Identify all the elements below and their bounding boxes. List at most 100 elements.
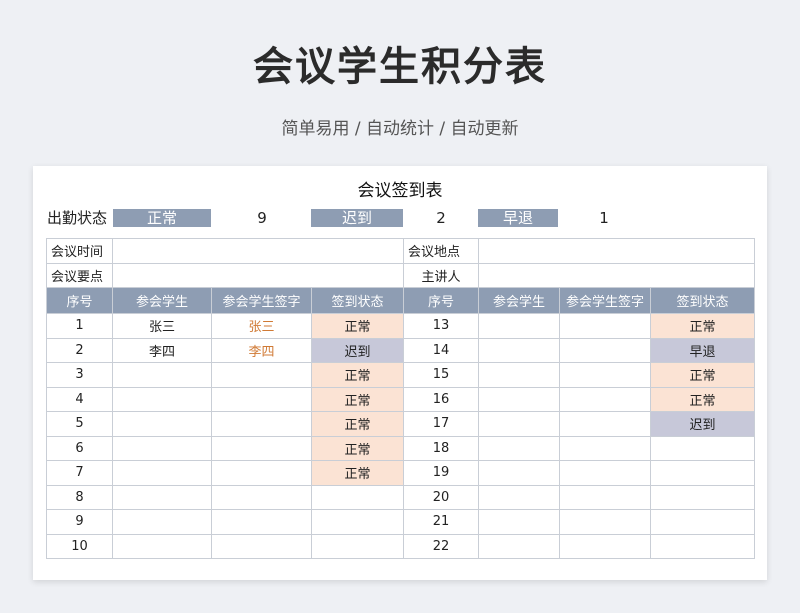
student-name[interactable] xyxy=(112,533,212,559)
student-name-right[interactable] xyxy=(478,411,561,437)
student-name[interactable] xyxy=(112,460,212,486)
attendance-status[interactable]: 正常 xyxy=(310,386,405,412)
table-row: 2 李四 李四 迟到 14 早退 xyxy=(46,337,756,363)
student-name-right[interactable] xyxy=(478,313,561,339)
attendance-status[interactable]: 正常 xyxy=(310,313,405,339)
attendance-status-right[interactable]: 正常 xyxy=(650,313,756,339)
student-signature-right[interactable] xyxy=(559,533,652,559)
meeting-place-value[interactable] xyxy=(478,238,756,264)
meeting-time-value[interactable] xyxy=(111,238,405,264)
attendance-status-right[interactable] xyxy=(650,435,756,461)
student-signature[interactable] xyxy=(211,411,312,437)
student-signature-right[interactable] xyxy=(559,386,652,412)
header-student: 参会学生 xyxy=(112,287,212,314)
meeting-time-label: 会议时间 xyxy=(46,238,113,264)
table-row: 1 张三 张三 正常 13 正常 xyxy=(46,313,756,339)
info-row-time: 会议时间 会议地点 xyxy=(46,238,756,264)
student-signature[interactable] xyxy=(211,460,312,486)
attendance-status-right[interactable] xyxy=(650,509,756,535)
attendance-status[interactable]: 正常 xyxy=(310,362,405,388)
stat-late-count: 2 xyxy=(436,209,446,227)
row-number-right: 15 xyxy=(403,362,480,388)
stat-late-tag: 迟到 xyxy=(311,209,403,227)
meeting-place-label: 会议地点 xyxy=(403,238,480,264)
row-number-right: 14 xyxy=(403,337,480,363)
header-signature-right: 参会学生签字 xyxy=(559,287,652,314)
attendance-status[interactable]: 迟到 xyxy=(310,337,405,363)
stats-label: 出勤状态 xyxy=(47,209,108,227)
student-name[interactable] xyxy=(112,411,212,437)
student-signature[interactable] xyxy=(211,362,312,388)
attendance-status-right[interactable]: 正常 xyxy=(650,386,756,412)
attendance-status[interactable]: 正常 xyxy=(310,411,405,437)
row-number-right: 22 xyxy=(403,533,480,559)
row-number: 7 xyxy=(46,460,113,486)
student-name-right[interactable] xyxy=(478,509,561,535)
student-signature-right[interactable] xyxy=(559,362,652,388)
student-name[interactable] xyxy=(112,362,212,388)
student-name[interactable] xyxy=(112,509,212,535)
student-signature[interactable]: 张三 xyxy=(211,313,312,339)
student-signature[interactable] xyxy=(211,509,312,535)
attendance-status[interactable]: 正常 xyxy=(310,460,405,486)
page-subtitle: 简单易用 / 自动统计 / 自动更新 xyxy=(281,119,519,139)
student-name-right[interactable] xyxy=(478,484,561,510)
student-name[interactable]: 李四 xyxy=(112,337,212,363)
student-signature-right[interactable] xyxy=(559,509,652,535)
page-title: 会议学生积分表 xyxy=(253,44,547,90)
attendance-stats: 出勤状态 正常 9 迟到 2 早退 1 xyxy=(47,207,757,229)
attendance-status[interactable] xyxy=(310,509,405,535)
table-row: 3 正常 15 正常 xyxy=(46,362,756,388)
row-number-right: 19 xyxy=(403,460,480,486)
student-signature-right[interactable] xyxy=(559,337,652,363)
attendance-status-right[interactable] xyxy=(650,460,756,486)
table-row: 10 22 xyxy=(46,533,756,559)
attendance-status-right[interactable] xyxy=(650,533,756,559)
table-row: 6 正常 18 xyxy=(46,435,756,461)
attendance-status[interactable] xyxy=(310,533,405,559)
header-no-right: 序号 xyxy=(403,287,480,314)
student-name-right[interactable] xyxy=(478,386,561,412)
student-name-right[interactable] xyxy=(478,533,561,559)
student-signature[interactable] xyxy=(211,435,312,461)
stat-normal-count: 9 xyxy=(257,209,267,227)
student-name-right[interactable] xyxy=(478,362,561,388)
meeting-topic-label: 会议要点 xyxy=(46,262,113,288)
header-status-right: 签到状态 xyxy=(650,287,756,314)
table-row: 5 正常 17 迟到 xyxy=(46,411,756,437)
student-name[interactable]: 张三 xyxy=(112,313,212,339)
attendance-status-right[interactable] xyxy=(650,484,756,510)
attendance-status-right[interactable]: 早退 xyxy=(650,337,756,363)
student-signature[interactable]: 李四 xyxy=(211,337,312,363)
host-label: 主讲人 xyxy=(403,262,480,288)
student-signature-right[interactable] xyxy=(559,460,652,486)
attendance-status[interactable] xyxy=(310,484,405,510)
student-name[interactable] xyxy=(112,484,212,510)
student-signature[interactable] xyxy=(211,533,312,559)
student-name-right[interactable] xyxy=(478,435,561,461)
student-signature-right[interactable] xyxy=(559,484,652,510)
row-number: 1 xyxy=(46,313,113,339)
attendance-status[interactable]: 正常 xyxy=(310,435,405,461)
student-signature-right[interactable] xyxy=(559,313,652,339)
student-signature-right[interactable] xyxy=(559,411,652,437)
student-name[interactable] xyxy=(112,435,212,461)
student-signature[interactable] xyxy=(211,386,312,412)
attendance-status-right[interactable]: 正常 xyxy=(650,362,756,388)
row-number-right: 18 xyxy=(403,435,480,461)
student-name-right[interactable] xyxy=(478,337,561,363)
host-value[interactable] xyxy=(478,262,756,288)
student-signature[interactable] xyxy=(211,484,312,510)
attendance-status-right[interactable]: 迟到 xyxy=(650,411,756,437)
row-number-right: 13 xyxy=(403,313,480,339)
row-number-right: 21 xyxy=(403,509,480,535)
row-number-right: 16 xyxy=(403,386,480,412)
meeting-topic-value[interactable] xyxy=(111,262,405,288)
row-number: 3 xyxy=(46,362,113,388)
sheet-title: 会议签到表 xyxy=(357,181,443,201)
student-name[interactable] xyxy=(112,386,212,412)
table-row: 8 20 xyxy=(46,484,756,510)
header-status: 签到状态 xyxy=(310,287,405,314)
student-name-right[interactable] xyxy=(478,460,561,486)
student-signature-right[interactable] xyxy=(559,435,652,461)
